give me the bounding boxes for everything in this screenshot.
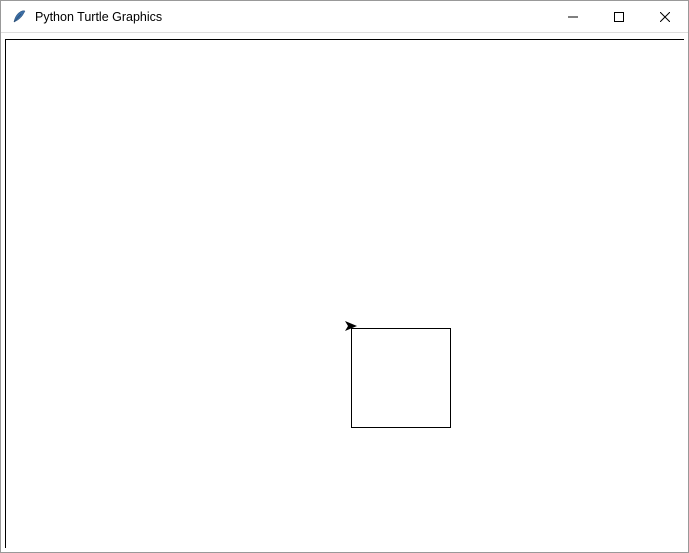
- minimize-button[interactable]: [550, 1, 596, 32]
- maximize-icon: [614, 12, 624, 22]
- turtle-cursor-icon: [344, 319, 358, 337]
- feather-icon: [11, 9, 27, 25]
- maximize-button[interactable]: [596, 1, 642, 32]
- window-controls: [550, 1, 688, 32]
- close-icon: [660, 12, 670, 22]
- application-window: Python Turtle Graphics: [0, 0, 689, 553]
- turtle-canvas: [6, 40, 684, 548]
- window-title: Python Turtle Graphics: [35, 10, 550, 24]
- drawn-square: [351, 328, 451, 428]
- minimize-icon: [568, 12, 578, 22]
- titlebar[interactable]: Python Turtle Graphics: [1, 1, 688, 33]
- canvas-frame: [5, 39, 684, 548]
- close-button[interactable]: [642, 1, 688, 32]
